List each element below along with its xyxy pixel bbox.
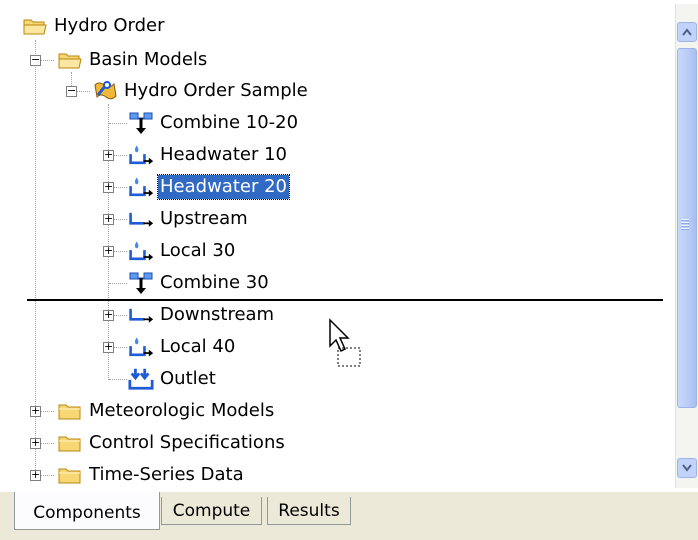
tree-node-label: Combine 30 [160, 272, 269, 293]
component-tree[interactable]: Hydro Order − Basin Models − Hydro Order… [0, 0, 698, 493]
drag-cursor-icon [328, 318, 368, 370]
tree-node-element[interactable]: Local 30 [128, 236, 237, 266]
tree-node-time-series-data[interactable]: Time-Series Data [57, 460, 246, 490]
watershed-explorer: Hydro Order − Basin Models − Hydro Order… [0, 0, 698, 540]
tree-line [108, 104, 109, 380]
subbasin-icon [128, 174, 154, 200]
subbasin-icon [128, 142, 154, 168]
expand-toggle[interactable]: + [30, 469, 41, 481]
tab-components[interactable]: Components [14, 492, 160, 530]
tree-line [109, 283, 127, 284]
tree-node-basin[interactable]: Hydro Order Sample [92, 76, 310, 106]
tree-node-meteorologic-models[interactable]: Meteorologic Models [57, 396, 276, 426]
tree-node-element[interactable]: Downstream [128, 300, 276, 330]
tree-node-element[interactable]: Combine 30 [128, 268, 271, 298]
chevron-down-icon [682, 464, 692, 472]
tree-node-label: Headwater 20 [157, 174, 290, 200]
tree-line [109, 379, 127, 380]
chevron-up-icon [682, 28, 692, 36]
tree-node-element[interactable]: Combine 10-20 [128, 108, 300, 138]
drop-indicator-line [27, 299, 663, 301]
tree-node-element[interactable]: Outlet [128, 364, 218, 394]
subbasin-icon [128, 238, 154, 264]
expand-toggle[interactable]: + [30, 437, 41, 449]
folder-icon [57, 430, 83, 456]
open-folder-icon [57, 47, 83, 73]
tree-node-element[interactable]: Headwater 10 [128, 140, 289, 170]
junction-icon [128, 110, 154, 136]
basin-model-icon [92, 78, 118, 104]
vertical-scrollbar[interactable] [675, 4, 698, 488]
tree-node-label: Meteorologic Models [89, 400, 275, 421]
tree-node-label: Upstream [160, 208, 248, 229]
expand-toggle[interactable]: + [103, 149, 114, 161]
scroll-grip-icon [681, 219, 689, 231]
tree-node-basin-models[interactable]: Basin Models [57, 45, 209, 75]
junction-icon [128, 270, 154, 296]
reach-icon [128, 206, 154, 232]
folder-icon [57, 462, 83, 488]
tab-compute[interactable]: Compute [161, 497, 262, 525]
tree-node-element[interactable]: Local 40 [128, 332, 237, 362]
sink-icon [128, 366, 154, 392]
reach-icon [128, 302, 154, 328]
tree-node-element[interactable]: Upstream [128, 204, 250, 234]
expand-toggle[interactable]: + [103, 213, 114, 225]
tree-node-label: Outlet [160, 368, 216, 389]
subbasin-icon [128, 334, 154, 360]
tree-node-label: Hydro Order [54, 15, 165, 36]
tree-node-label: Hydro Order Sample [124, 80, 308, 101]
tree-node-element-selected[interactable]: Headwater 20 [128, 172, 290, 202]
tree-node-label: Combine 10-20 [160, 112, 299, 133]
open-folder-icon [22, 13, 48, 39]
tree-node-control-specifications[interactable]: Control Specifications [57, 428, 287, 458]
expand-toggle[interactable]: + [103, 309, 114, 321]
tab-bar: Components Compute Results [0, 492, 698, 540]
tree-node-label: Local 40 [160, 336, 236, 357]
tree-node-root[interactable]: Hydro Order [22, 11, 167, 41]
scroll-down-button[interactable] [677, 458, 697, 478]
folder-icon [57, 398, 83, 424]
scroll-up-button[interactable] [677, 22, 697, 42]
expand-toggle[interactable]: + [30, 405, 41, 417]
tree-node-label: Downstream [160, 304, 275, 325]
tree-node-label: Local 30 [160, 240, 236, 261]
tab-results[interactable]: Results [267, 497, 351, 525]
expand-toggle[interactable]: + [103, 245, 114, 257]
tree-node-label: Time-Series Data [89, 464, 244, 485]
tree-line [109, 123, 127, 124]
tree-node-label: Basin Models [89, 49, 208, 70]
tree-node-label: Headwater 10 [160, 144, 287, 165]
collapse-toggle[interactable]: − [30, 54, 41, 66]
collapse-toggle[interactable]: − [66, 85, 77, 97]
expand-toggle[interactable]: + [103, 181, 114, 193]
tree-node-label: Control Specifications [89, 432, 285, 453]
expand-toggle[interactable]: + [103, 341, 114, 353]
